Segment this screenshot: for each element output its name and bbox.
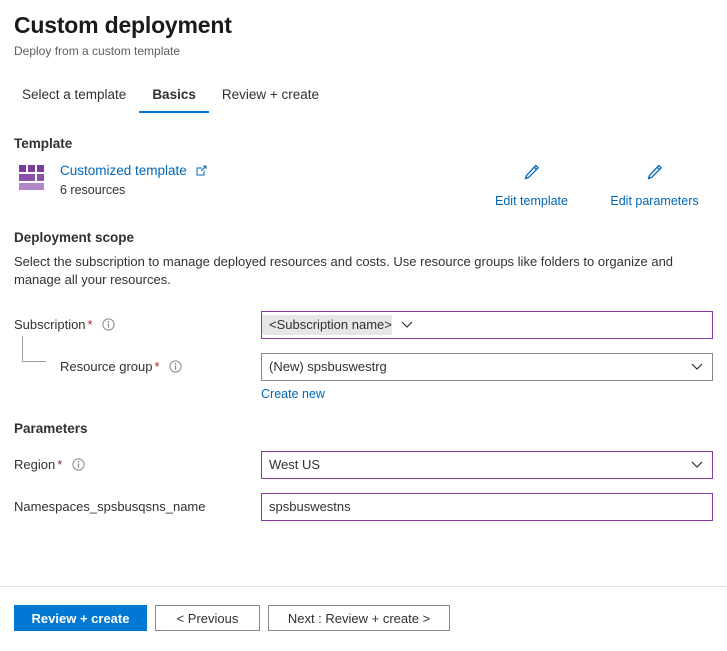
pencil-icon xyxy=(521,162,543,189)
external-link-icon xyxy=(196,163,207,181)
parameters-section-title: Parameters xyxy=(14,421,727,436)
review-create-button[interactable]: Review + create xyxy=(14,605,147,631)
info-icon[interactable] xyxy=(102,318,115,336)
previous-button[interactable]: < Previous xyxy=(155,605,260,631)
info-icon[interactable] xyxy=(169,360,182,378)
subscription-label: Subscription* xyxy=(14,316,115,336)
subscription-control: <Subscription name> xyxy=(261,311,713,339)
deployment-scope-description: Select the subscription to manage deploy… xyxy=(14,253,674,289)
chevron-down-icon xyxy=(682,363,712,371)
template-edit-actions: Edit template Edit parameters xyxy=(470,162,727,209)
namespace-value: spsbuswestns xyxy=(262,498,712,516)
template-resource-count: 6 resources xyxy=(60,182,125,198)
chevron-down-icon xyxy=(682,461,712,469)
deployment-scope-title: Deployment scope xyxy=(14,230,727,245)
customized-template-link[interactable]: Customized template xyxy=(60,162,207,181)
namespace-input[interactable]: spsbuswestns xyxy=(261,493,713,521)
page-header: Custom deployment Deploy from a custom t… xyxy=(0,0,727,59)
region-label: Region* xyxy=(14,456,85,476)
required-asterisk: * xyxy=(57,457,62,472)
pencil-icon xyxy=(644,162,666,189)
tab-select-a-template[interactable]: Select a template xyxy=(14,86,139,113)
namespace-control: spsbuswestns xyxy=(261,493,713,521)
create-new-resource-group-link[interactable]: Create new xyxy=(261,386,325,402)
wizard-tabs: Select a template Basics Review + create xyxy=(14,85,727,113)
footer-actions: Review + create < Previous Next : Review… xyxy=(14,605,450,631)
resource-group-label: Resource group* xyxy=(60,358,182,378)
namespace-row: Namespaces_spsbusqsns_name spsbuswestns xyxy=(14,493,727,523)
subscription-value: <Subscription name> xyxy=(262,315,392,335)
custom-deployment-page: Custom deployment Deploy from a custom t… xyxy=(0,0,727,651)
chevron-down-icon xyxy=(392,321,422,329)
tab-review-create[interactable]: Review + create xyxy=(209,86,332,113)
region-row: Region* West US xyxy=(14,451,727,481)
template-grid-icon xyxy=(19,165,49,191)
edit-parameters-label: Edit parameters xyxy=(610,193,698,209)
region-dropdown[interactable]: West US xyxy=(261,451,713,479)
region-control: West US xyxy=(261,451,713,479)
page-title: Custom deployment xyxy=(14,10,727,40)
resource-group-control: (New) spsbuswestrg Create new xyxy=(261,353,713,403)
edit-parameters-button[interactable]: Edit parameters xyxy=(593,162,716,209)
page-subtitle: Deploy from a custom template xyxy=(14,43,727,59)
subscription-dropdown[interactable]: <Subscription name> xyxy=(261,311,713,339)
edit-template-button[interactable]: Edit template xyxy=(470,162,593,209)
next-review-create-button[interactable]: Next : Review + create > xyxy=(268,605,450,631)
subscription-row: Subscription* <Subscription name> xyxy=(14,311,727,341)
region-value: West US xyxy=(262,456,682,474)
resource-group-dropdown[interactable]: (New) spsbuswestrg xyxy=(261,353,713,381)
template-section-title: Template xyxy=(14,136,727,151)
tab-basics[interactable]: Basics xyxy=(139,86,209,113)
edit-template-label: Edit template xyxy=(495,193,568,209)
resource-group-value: (New) spsbuswestrg xyxy=(262,358,682,376)
template-card: Customized template 6 resources xyxy=(0,162,727,208)
required-asterisk: * xyxy=(88,317,93,332)
namespace-label: Namespaces_spsbusqsns_name xyxy=(14,498,206,516)
footer-divider xyxy=(0,586,727,587)
resource-group-row: Resource group* (New) spsbuswestrg Creat… xyxy=(14,353,727,403)
required-asterisk: * xyxy=(155,359,160,374)
info-icon[interactable] xyxy=(72,458,85,476)
customized-template-label: Customized template xyxy=(60,163,187,178)
